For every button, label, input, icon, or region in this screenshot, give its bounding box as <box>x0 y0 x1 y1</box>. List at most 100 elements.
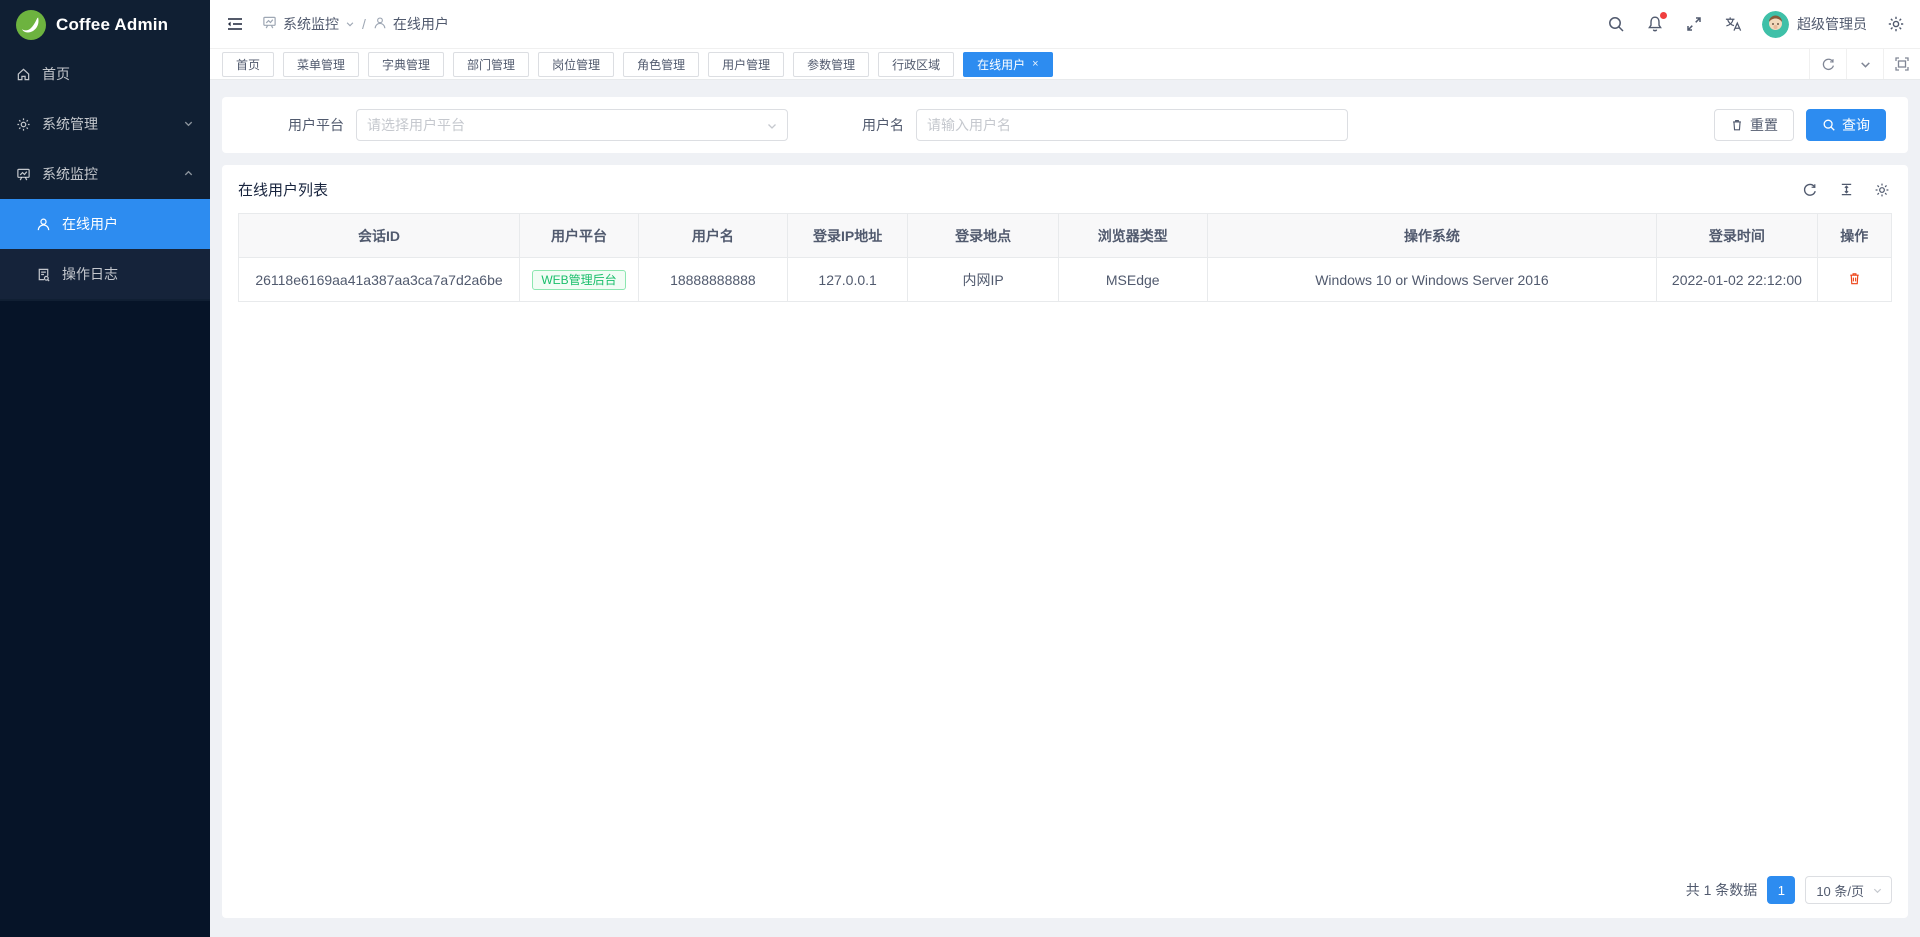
tab-post-management[interactable]: 岗位管理 <box>538 52 614 77</box>
gear-icon[interactable] <box>1872 180 1892 200</box>
user-icon <box>373 16 387 33</box>
sidebar-submenu: 在线用户 操作日志 <box>0 199 210 299</box>
translate-icon[interactable] <box>1723 14 1743 34</box>
cell-login-time: 2022-01-02 22:12:00 <box>1657 258 1817 302</box>
menu-fold-icon[interactable] <box>224 13 246 35</box>
opened-tabs-bar: 首页 菜单管理 字典管理 部门管理 岗位管理 角色管理 用户管理 参数管理 行政… <box>210 49 1920 80</box>
tab-label: 首页 <box>236 56 260 73</box>
col-username: 用户名 <box>639 214 788 258</box>
app-title: Coffee Admin <box>56 15 168 35</box>
tab-label: 部门管理 <box>467 56 515 73</box>
username-input[interactable] <box>916 109 1348 141</box>
tab-param-management[interactable]: 参数管理 <box>793 52 869 77</box>
col-browser: 浏览器类型 <box>1058 214 1207 258</box>
col-actions: 操作 <box>1817 214 1891 258</box>
trash-icon[interactable] <box>1847 271 1862 286</box>
sidebar-item-label: 系统管理 <box>42 114 98 134</box>
tab-dict-management[interactable]: 字典管理 <box>368 52 444 77</box>
search-button-label: 查询 <box>1842 115 1870 135</box>
table-header-row: 会话ID 用户平台 用户名 登录IP地址 登录地点 浏览器类型 操作系统 登录时… <box>239 214 1892 258</box>
page-1-button[interactable]: 1 <box>1767 876 1795 904</box>
sidebar-item-system-management[interactable]: 系统管理 <box>0 99 210 149</box>
chevron-down-icon <box>766 119 778 135</box>
tab-menu-management[interactable]: 菜单管理 <box>283 52 359 77</box>
col-os: 操作系统 <box>1207 214 1657 258</box>
tab-home[interactable]: 首页 <box>222 52 274 77</box>
tab-label: 行政区域 <box>892 56 940 73</box>
cell-os: Windows 10 or Windows Server 2016 <box>1207 258 1657 302</box>
page-size-select[interactable]: 10 条/页 <box>1805 876 1892 904</box>
spring-leaf-icon <box>16 10 46 40</box>
sidebar-item-label: 操作日志 <box>62 264 118 284</box>
tab-label: 字典管理 <box>382 56 430 73</box>
sidebar-item-label: 在线用户 <box>62 214 118 234</box>
app-logo[interactable]: Coffee Admin <box>0 0 210 49</box>
tab-label: 角色管理 <box>637 56 685 73</box>
reset-button[interactable]: 重置 <box>1714 109 1794 141</box>
search-icon[interactable] <box>1606 14 1626 34</box>
sidebar-item-online-users[interactable]: 在线用户 <box>0 199 210 249</box>
pagination: 共 1 条数据 1 10 条/页 <box>1686 876 1892 904</box>
username-label: 用户名 <box>862 115 904 135</box>
close-icon[interactable]: × <box>1032 59 1038 70</box>
page-size-value: 10 条/页 <box>1816 881 1864 900</box>
monitor-icon <box>16 166 32 182</box>
breadcrumb-current: 在线用户 <box>373 14 449 34</box>
col-session-id: 会话ID <box>239 214 520 258</box>
cell-actions <box>1817 258 1891 302</box>
tab-label: 用户管理 <box>722 56 770 73</box>
sidebar-item-operation-log[interactable]: 操作日志 <box>0 249 210 299</box>
sidebar-item-system-monitor[interactable]: 系统监控 <box>0 149 210 199</box>
monitor-icon <box>262 15 277 33</box>
breadcrumb: 系统监控 / 在线用户 <box>262 14 449 34</box>
chevron-down-icon[interactable] <box>1846 49 1883 79</box>
breadcrumb-current-label: 在线用户 <box>393 14 449 34</box>
sidebar-item-label: 系统监控 <box>42 164 98 184</box>
sidebar-item-home[interactable]: 首页 <box>0 49 210 99</box>
tab-admin-region[interactable]: 行政区域 <box>878 52 954 77</box>
refresh-icon[interactable] <box>1800 180 1820 200</box>
breadcrumb-parent[interactable]: 系统监控 <box>262 14 355 34</box>
tab-role-management[interactable]: 角色管理 <box>623 52 699 77</box>
user-icon <box>36 216 52 232</box>
breadcrumb-separator: / <box>362 16 366 32</box>
tab-label: 参数管理 <box>807 56 855 73</box>
chevron-up-icon <box>183 166 194 182</box>
fullscreen-icon[interactable] <box>1684 14 1704 34</box>
tab-label: 菜单管理 <box>297 56 345 73</box>
platform-label: 用户平台 <box>288 115 344 135</box>
tab-label: 在线用户 <box>977 56 1025 73</box>
gear-icon <box>16 116 32 132</box>
chevron-down-icon <box>183 116 194 132</box>
row-height-icon[interactable] <box>1836 180 1856 200</box>
platform-select[interactable]: 请选择用户平台 <box>356 109 788 141</box>
search-button[interactable]: 查询 <box>1806 109 1886 141</box>
refresh-icon[interactable] <box>1809 49 1846 79</box>
platform-select-placeholder: 请选择用户平台 <box>367 115 465 135</box>
log-icon <box>36 266 52 282</box>
user-name: 超级管理员 <box>1797 14 1867 34</box>
tab-user-management[interactable]: 用户管理 <box>708 52 784 77</box>
bell-icon[interactable] <box>1645 14 1665 34</box>
pagination-total: 共 1 条数据 <box>1686 880 1758 900</box>
breadcrumb-parent-label: 系统监控 <box>283 14 339 34</box>
cell-platform: WEB管理后台 <box>520 258 639 302</box>
cell-browser: MSEdge <box>1058 258 1207 302</box>
gear-icon[interactable] <box>1886 14 1906 34</box>
tab-label: 岗位管理 <box>552 56 600 73</box>
tab-online-users[interactable]: 在线用户 × <box>963 52 1052 77</box>
chevron-down-icon <box>345 16 355 32</box>
reset-button-label: 重置 <box>1750 115 1778 135</box>
sidebar-item-label: 首页 <box>42 64 70 84</box>
user-menu[interactable]: 超级管理员 <box>1762 11 1867 38</box>
notification-dot <box>1660 12 1667 19</box>
cell-location: 内网IP <box>908 258 1058 302</box>
cell-username: 18888888888 <box>639 258 788 302</box>
avatar <box>1762 11 1789 38</box>
sidebar: Coffee Admin 首页 系统管理 系统监控 <box>0 0 210 937</box>
panel-title: 在线用户列表 <box>238 179 328 200</box>
platform-tag: WEB管理后台 <box>532 270 625 290</box>
frame-fullscreen-icon[interactable] <box>1883 49 1920 79</box>
cell-session-id: 26118e6169aa41a387aa3ca7a7d2a6be <box>239 258 520 302</box>
tab-dept-management[interactable]: 部门管理 <box>453 52 529 77</box>
